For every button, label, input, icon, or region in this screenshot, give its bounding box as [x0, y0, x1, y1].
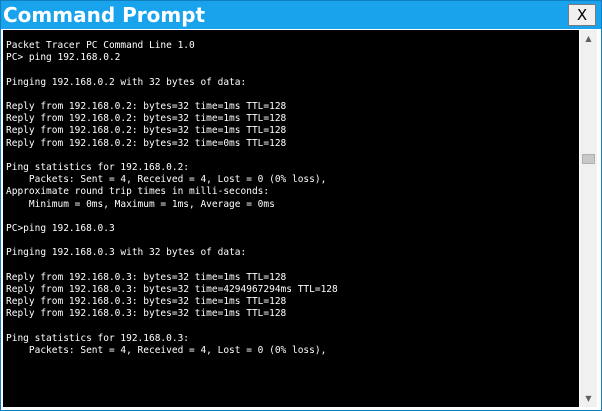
console-line: PC>ping 192.168.0.3	[6, 223, 115, 235]
console-line: Reply from 192.168.0.2: bytes=32 time=1m…	[6, 113, 287, 125]
title-bar[interactable]: Command Prompt X	[1, 1, 601, 29]
console-line: Reply from 192.168.0.3: bytes=32 time=1m…	[6, 296, 287, 308]
console-line: Reply from 192.168.0.2: bytes=32 time=1m…	[6, 125, 287, 137]
console-line: Minimum = 0ms, Maximum = 1ms, Average = …	[6, 198, 275, 210]
console-line: Approximate round trip times in milli-se…	[6, 186, 270, 198]
console-line: Reply from 192.168.0.3: bytes=32 time=1m…	[6, 308, 287, 320]
scroll-down-arrow-icon[interactable]: ▼	[580, 390, 597, 407]
window-title: Command Prompt	[3, 3, 206, 27]
scrollbar-thumb[interactable]	[582, 154, 595, 164]
scroll-up-arrow-icon[interactable]: ▲	[580, 30, 597, 47]
command-prompt-window: Command Prompt X Packet Tracer PC Comman…	[0, 0, 602, 411]
console-line: Pinging 192.168.0.3 with 32 bytes of dat…	[6, 247, 247, 259]
console-text: Packet Tracer PC Command Line 1.0 PC> pi…	[3, 30, 579, 357]
console-line: Packets: Sent = 4, Received = 4, Lost = …	[6, 174, 327, 186]
console-line: Pinging 192.168.0.2 with 32 bytes of dat…	[6, 76, 247, 88]
console-line: Ping statistics for 192.168.0.3:	[6, 332, 190, 344]
console-line: Reply from 192.168.0.2: bytes=32 time=0m…	[6, 137, 287, 149]
close-button[interactable]: X	[568, 4, 596, 26]
console-line: Ping statistics for 192.168.0.2:	[6, 162, 190, 174]
console-line: Reply from 192.168.0.3: bytes=32 time=42…	[6, 284, 338, 296]
console-line: Packets: Sent = 4, Received = 4, Lost = …	[6, 345, 327, 357]
window-client-area: Packet Tracer PC Command Line 1.0 PC> pi…	[1, 29, 601, 410]
vertical-scrollbar[interactable]: ▲ ▼	[580, 30, 597, 407]
console-output[interactable]: Packet Tracer PC Command Line 1.0 PC> pi…	[3, 30, 579, 407]
console-line: PC> ping 192.168.0.2	[6, 52, 121, 64]
console-line: Reply from 192.168.0.2: bytes=32 time=1m…	[6, 101, 287, 113]
close-icon: X	[576, 5, 588, 24]
console-line: Reply from 192.168.0.3: bytes=32 time=1m…	[6, 271, 287, 283]
console-line: Packet Tracer PC Command Line 1.0	[6, 40, 195, 51]
